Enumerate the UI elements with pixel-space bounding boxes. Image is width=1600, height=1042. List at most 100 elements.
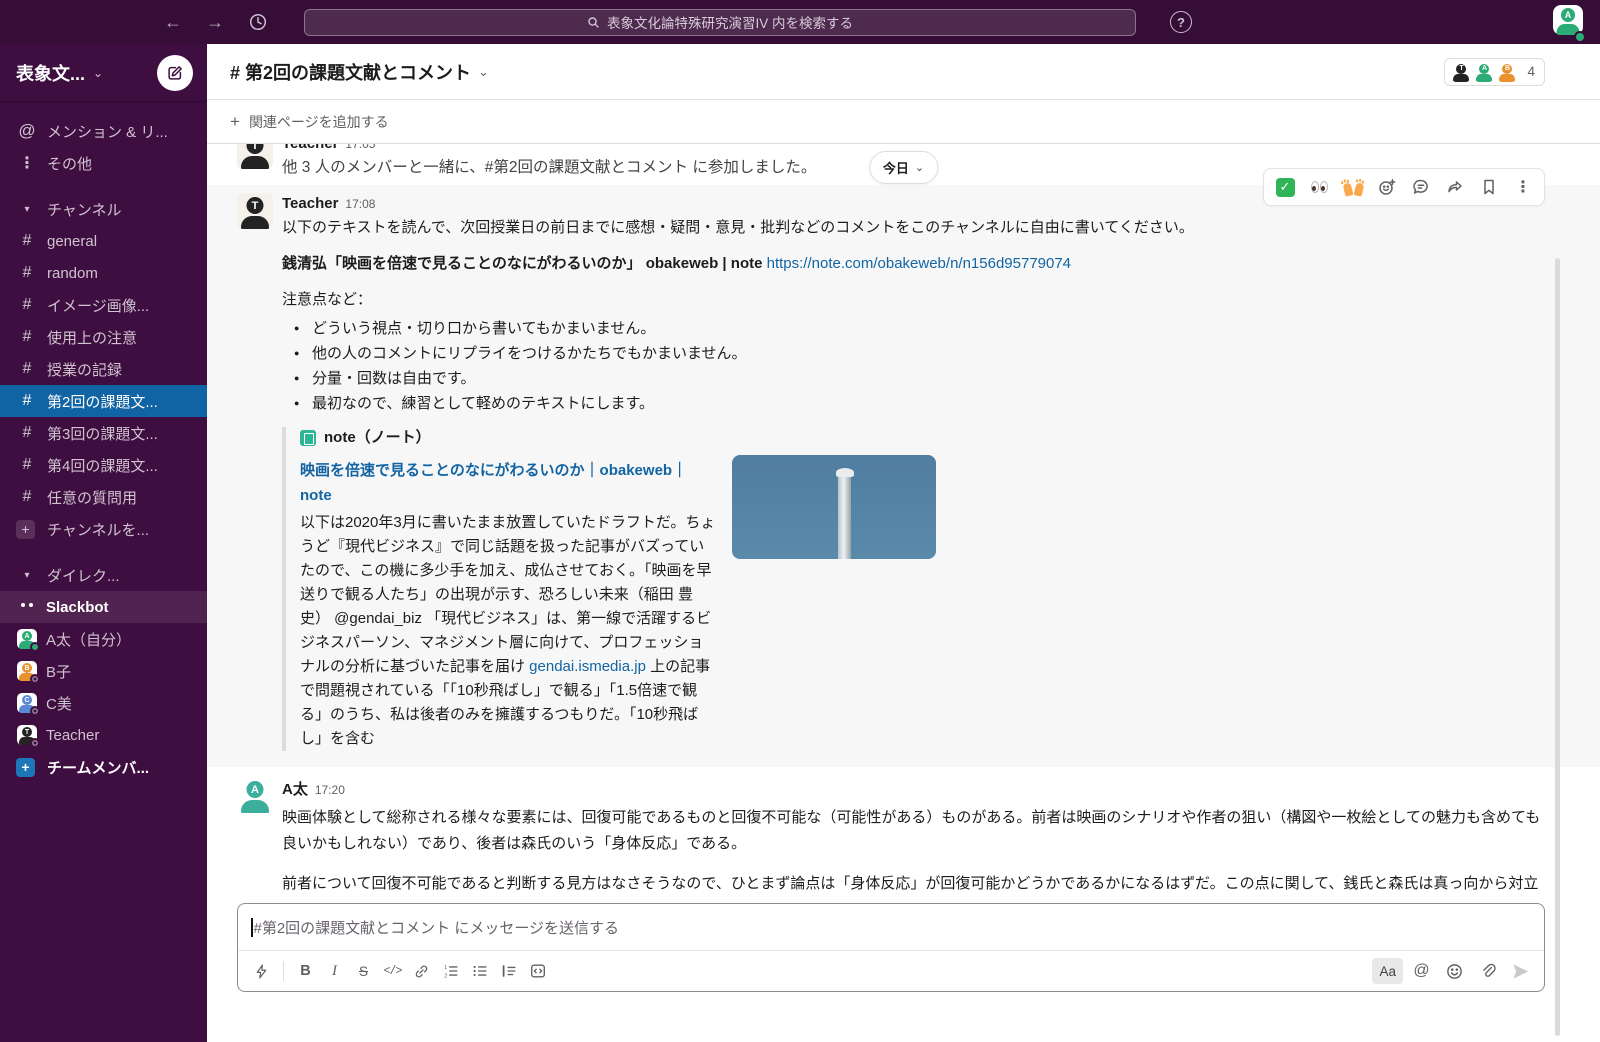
link-button[interactable] (407, 958, 436, 984)
bulleted-list-button[interactable] (465, 958, 494, 984)
workspace-header[interactable]: 表象文... ⌄ (0, 44, 207, 102)
mention-button[interactable]: @ (1407, 958, 1436, 984)
channels-section-header[interactable]: ▾ チャンネル (0, 193, 207, 225)
sidebar-item-dm[interactable]: T Teacher (0, 719, 207, 751)
formatting-toggle-button[interactable]: Aa (1372, 958, 1403, 984)
history-clock-icon[interactable] (246, 10, 270, 34)
sidebar-item-dm-slackbot[interactable]: Slackbot (0, 591, 207, 623)
code-block-icon (529, 962, 547, 980)
add-channel-button[interactable]: + チャンネルを... (0, 513, 207, 545)
message-time[interactable]: 17:05 (345, 144, 375, 151)
card-desc-link[interactable]: gendai.ismedia.jp (529, 658, 646, 675)
card-thumbnail-tower-photo[interactable] (732, 455, 936, 559)
bullet-item: 他の人のコメントにリプライをつけるかたちでもかまいません。 (282, 341, 1544, 366)
compose-icon (166, 64, 184, 82)
channel-title[interactable]: # 第2回の課題文献とコメント (230, 59, 471, 85)
ordered-list-button[interactable]: 12 (436, 958, 465, 984)
strikethrough-button[interactable]: S (349, 958, 378, 984)
sidebar-item-channel[interactable]: #第3回の課題文... (0, 417, 207, 449)
history-nav: ← → (162, 10, 270, 34)
avatar: T (237, 144, 273, 169)
message-time[interactable]: 17:20 (315, 783, 345, 797)
composer-bottom-space (207, 992, 1600, 1042)
bold-button[interactable]: B (291, 958, 320, 984)
save-for-later-button[interactable] (1473, 172, 1505, 202)
search-bar[interactable]: 表象文化論特殊研究演習IV 内を検索する (304, 9, 1136, 36)
message-ata: A A太17:20 映画体験として総称される様々な要素には、回復可能であるものと… (207, 767, 1600, 899)
dm-section-header[interactable]: ▾ ダイレク... (0, 559, 207, 591)
vertical-scrollbar[interactable] (1555, 258, 1560, 1036)
sidebar-item-channel[interactable]: #イメージ画像... (0, 289, 207, 321)
message-time[interactable]: 17:08 (345, 197, 375, 211)
site-name: note（ノート） (324, 427, 431, 449)
share-message-button[interactable] (1439, 172, 1471, 202)
more-actions-button[interactable]: ⋮ (1507, 172, 1539, 202)
citation-link[interactable]: https://note.com/obakeweb/n/n156d9577907… (767, 255, 1071, 272)
at-icon: @ (16, 121, 38, 141)
card-title-link[interactable]: 映画を倍速で見ることのなにがわるいのか｜obakeweb｜note (300, 458, 718, 508)
sidebar-item-dm[interactable]: B B子 (0, 655, 207, 687)
sidebar-item-more[interactable]: ⋮ その他 (0, 147, 207, 179)
emoji-button[interactable] (1440, 958, 1469, 984)
forward-icon[interactable]: → (204, 12, 226, 33)
message-author[interactable]: A太 (282, 781, 308, 798)
citation-text: 銭清弘「映画を倍速で見ることのなにがわるいのか」 obakeweb | note (282, 255, 762, 272)
sidebar-item-dm[interactable]: C C美 (0, 687, 207, 719)
quick-reaction-raised-hands-button[interactable] (1337, 172, 1369, 202)
code-button[interactable]: </> (378, 958, 407, 984)
composer-placeholder: #第2回の課題文献とコメント にメッセージを送信する (254, 917, 620, 938)
offline-dot (30, 674, 40, 684)
blockquote-button[interactable] (494, 958, 523, 984)
plus-icon: + (16, 758, 35, 777)
sidebar-item-channel[interactable]: #general (0, 225, 207, 257)
quick-reaction-check-button[interactable]: ✓ (1269, 172, 1301, 202)
new-message-button[interactable] (157, 55, 193, 91)
quick-reaction-eyes-button[interactable] (1303, 172, 1335, 202)
more-icon: ⋮ (1515, 177, 1531, 197)
attach-file-button[interactable] (1473, 958, 1502, 984)
blockquote-icon (500, 962, 518, 980)
tower-top-shape (836, 468, 854, 477)
sidebar-item-channel[interactable]: #使用上の注意 (0, 321, 207, 353)
add-related-pages-button[interactable]: 関連ページを追加する (249, 112, 389, 132)
back-icon[interactable]: ← (162, 12, 184, 33)
offline-dot (30, 738, 40, 748)
message-composer[interactable]: #第2回の課題文献とコメント にメッセージを送信する B I S </> 12 (237, 903, 1545, 992)
sidebar-item-channel[interactable]: #授業の記録 (0, 353, 207, 385)
add-reaction-button[interactable] (1371, 172, 1403, 202)
add-teammates-button[interactable]: + チームメンバ... (0, 751, 207, 783)
italic-button[interactable]: I (320, 958, 349, 984)
avatar[interactable]: T (237, 193, 273, 229)
sidebar-item-channel[interactable]: #任意の質問用 (0, 481, 207, 513)
svg-text:1: 1 (444, 965, 447, 971)
note-favicon (300, 430, 316, 446)
online-dot (30, 642, 40, 652)
channel-label: 授業の記録 (47, 359, 122, 380)
help-icon[interactable]: ? (1170, 11, 1192, 33)
sidebar-item-dm-self[interactable]: A A太（自分） (0, 623, 207, 655)
user-menu-avatar[interactable]: A (1553, 5, 1583, 40)
message-author[interactable]: Teacher (282, 195, 338, 212)
reply-in-thread-button[interactable] (1405, 172, 1437, 202)
sidebar-item-channel-active[interactable]: #第2回の課題文... (0, 385, 207, 417)
bookmark-icon (1479, 177, 1499, 197)
sidebar-item-mentions[interactable]: @ メンション & リ... (0, 115, 207, 147)
bullet-list: どういう視点・切り口から書いてもかまいません。 他の人のコメントにリプライをつけ… (282, 316, 1544, 416)
channel-members-button[interactable]: T A B 4 (1444, 58, 1545, 86)
chevron-down-icon: ⌄ (93, 66, 103, 80)
code-block-button[interactable] (523, 958, 552, 984)
lightning-icon (253, 963, 270, 980)
send-button[interactable] (1506, 958, 1535, 984)
dm-name: Slackbot (46, 599, 109, 616)
avatar[interactable]: A (237, 777, 273, 813)
shortcuts-lightning-button[interactable] (247, 958, 276, 984)
date-divider-pill[interactable]: 今日 ⌄ (869, 151, 938, 184)
composer-input[interactable]: #第2回の課題文献とコメント にメッセージを送信する (238, 904, 1544, 950)
bulleted-list-icon (471, 962, 489, 980)
message-author[interactable]: Teacher (282, 144, 338, 152)
svg-text:2: 2 (444, 973, 447, 979)
channel-label: イメージ画像... (47, 295, 149, 316)
sidebar-item-channel[interactable]: #random (0, 257, 207, 289)
sidebar-item-channel[interactable]: #第4回の課題文... (0, 449, 207, 481)
card-description: 以下は2020年3月に書いたまま放置していたドラフトだ。ちょうど『現代ビジネス』… (300, 511, 718, 751)
